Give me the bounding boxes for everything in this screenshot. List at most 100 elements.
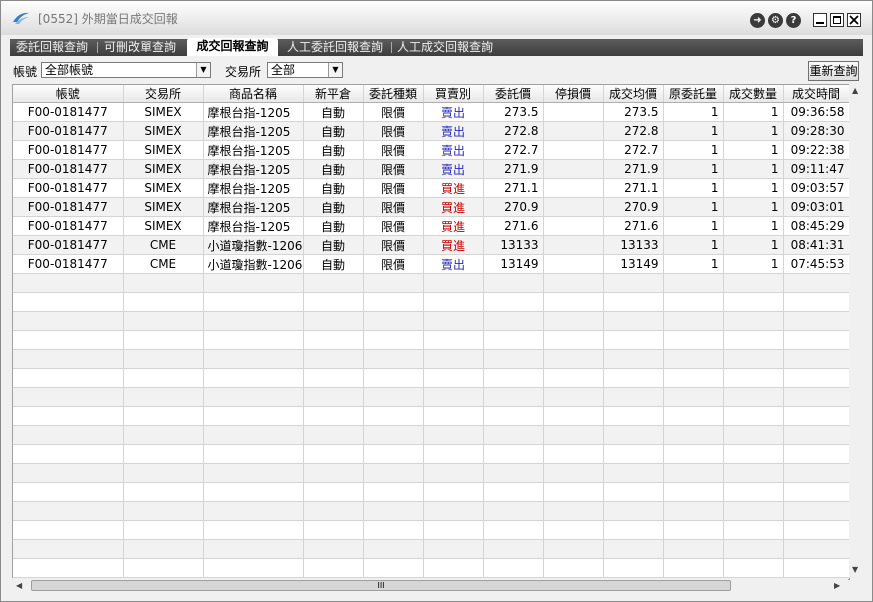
account-select[interactable]: 全部帳號 ▼ xyxy=(41,62,211,78)
tab-fill-report[interactable]: 成交回報查詢 xyxy=(187,38,278,56)
empty-table-row[interactable] xyxy=(13,406,849,426)
cell-fill-qty xyxy=(723,501,784,521)
table-row[interactable]: F00-0181477 SIMEX 摩根台指-1205 自動 限價 賣出 273.5 273.… xyxy=(13,102,849,122)
empty-table-row[interactable] xyxy=(13,311,849,331)
cell-fill-time xyxy=(783,273,849,293)
cell-stop-price xyxy=(543,558,604,578)
cell-account: F00-0181477 xyxy=(13,102,124,122)
cell-avg-fill-price xyxy=(603,558,664,578)
tab-separator xyxy=(391,42,392,53)
cell-order-price xyxy=(483,501,544,521)
header-orig-qty[interactable]: 原委託量 xyxy=(663,85,724,103)
cell-orig-qty xyxy=(663,444,724,464)
empty-table-row[interactable] xyxy=(13,349,849,369)
cell-stop-price xyxy=(543,159,604,179)
header-fill-time[interactable]: 成交時間 xyxy=(783,85,849,103)
cell-exchange xyxy=(123,425,204,445)
header-account[interactable]: 帳號 xyxy=(13,85,124,103)
tab-cancelable-orders[interactable]: 可刪改單查詢 xyxy=(104,39,176,56)
scroll-up-icon[interactable]: ▲ xyxy=(852,86,858,95)
empty-table-row[interactable] xyxy=(13,368,849,388)
settings-icon[interactable]: ⚙ xyxy=(768,13,783,28)
cell-fill-qty: 1 xyxy=(723,235,784,255)
tab-manual-fill-report[interactable]: 人工成交回報查詢 xyxy=(397,39,493,56)
cell-fill-qty xyxy=(723,292,784,312)
chevron-down-icon[interactable]: ▼ xyxy=(196,63,210,77)
empty-table-row[interactable] xyxy=(13,539,849,559)
empty-table-row[interactable] xyxy=(13,501,849,521)
empty-table-row[interactable] xyxy=(13,444,849,464)
cell-order-price xyxy=(483,406,544,426)
header-avg-fill-price[interactable]: 成交均價 xyxy=(603,85,664,103)
table-row[interactable]: F00-0181477 SIMEX 摩根台指-1205 自動 限價 買進 271.1 271.… xyxy=(13,178,849,198)
horizontal-scroll-thumb[interactable]: III xyxy=(31,580,731,591)
cell-side: 買進 xyxy=(423,197,484,217)
empty-table-row[interactable] xyxy=(13,482,849,502)
maximize-icon[interactable] xyxy=(830,13,844,27)
cell-order-price xyxy=(483,482,544,502)
table-row[interactable]: F00-0181477 SIMEX 摩根台指-1205 自動 限價 賣出 271.9 271.… xyxy=(13,159,849,179)
cell-open-close xyxy=(303,520,364,540)
cell-side xyxy=(423,425,484,445)
table-row[interactable]: F00-0181477 CME 小道瓊指數-1206 自動 限價 買進 13133 13133… xyxy=(13,235,849,255)
minimize-icon[interactable] xyxy=(813,13,827,27)
empty-table-row[interactable] xyxy=(13,273,849,293)
header-exchange[interactable]: 交易所 xyxy=(123,85,204,103)
cell-product: 摩根台指-1205 xyxy=(203,102,304,122)
cell-open-close: 自動 xyxy=(303,197,364,217)
tab-manual-order-report[interactable]: 人工委託回報查詢 xyxy=(287,39,383,56)
header-open-close[interactable]: 新平倉 xyxy=(303,85,364,103)
empty-table-row[interactable] xyxy=(13,292,849,312)
scroll-left-icon[interactable]: ◀ xyxy=(16,581,22,590)
requery-button[interactable]: 重新查詢 xyxy=(808,61,859,81)
table-row[interactable]: F00-0181477 SIMEX 摩根台指-1205 自動 限價 賣出 272.8 272.… xyxy=(13,121,849,141)
help-icon[interactable]: ? xyxy=(786,13,801,28)
cell-avg-fill-price xyxy=(603,463,664,483)
empty-table-row[interactable] xyxy=(13,463,849,483)
cell-avg-fill-price: 273.5 xyxy=(603,102,664,122)
header-side[interactable]: 買賣別 xyxy=(423,85,484,103)
table-row[interactable]: F00-0181477 SIMEX 摩根台指-1205 自動 限價 賣出 272.7 272.… xyxy=(13,140,849,160)
cell-order-price xyxy=(483,292,544,312)
chevron-down-icon[interactable]: ▼ xyxy=(328,63,342,77)
empty-table-row[interactable] xyxy=(13,425,849,445)
cell-avg-fill-price xyxy=(603,520,664,540)
table-row[interactable]: F00-0181477 CME 小道瓊指數-1206 自動 限價 賣出 13149 13149… xyxy=(13,254,849,274)
cell-order-type: 限價 xyxy=(363,197,424,217)
header-stop-price[interactable]: 停損價 xyxy=(543,85,604,103)
table-row[interactable]: F00-0181477 SIMEX 摩根台指-1205 自動 限價 買進 270.9 270.… xyxy=(13,197,849,217)
empty-table-row[interactable] xyxy=(13,330,849,350)
header-fill-qty[interactable]: 成交數量 xyxy=(723,85,784,103)
cell-product xyxy=(203,444,304,464)
cell-fill-time xyxy=(783,539,849,559)
cell-order-price xyxy=(483,368,544,388)
cell-avg-fill-price: 13149 xyxy=(603,254,664,274)
vertical-scrollbar[interactable]: ▲ ▼ xyxy=(849,84,862,578)
table-row[interactable]: F00-0181477 SIMEX 摩根台指-1205 自動 限價 買進 271.6 271.… xyxy=(13,216,849,236)
cell-order-type xyxy=(363,425,424,445)
cell-stop-price xyxy=(543,235,604,255)
cell-order-price xyxy=(483,444,544,464)
exit-icon[interactable]: ➜ xyxy=(750,13,765,28)
cell-fill-time: 07:45:53 xyxy=(783,254,849,274)
cell-account xyxy=(13,368,124,388)
tab-order-report[interactable]: 委託回報查詢 xyxy=(16,39,88,56)
cell-orig-qty: 1 xyxy=(663,140,724,160)
app-logo-icon xyxy=(13,12,29,24)
empty-table-row[interactable] xyxy=(13,520,849,540)
cell-order-price: 271.9 xyxy=(483,159,544,179)
cell-stop-price xyxy=(543,273,604,293)
cell-open-close: 自動 xyxy=(303,235,364,255)
empty-table-row[interactable] xyxy=(13,387,849,407)
cell-exchange xyxy=(123,463,204,483)
header-product[interactable]: 商品名稱 xyxy=(203,85,304,103)
empty-table-row[interactable] xyxy=(13,558,849,578)
close-icon[interactable] xyxy=(847,13,861,27)
header-order-type[interactable]: 委託種類 xyxy=(363,85,424,103)
scroll-down-icon[interactable]: ▼ xyxy=(852,565,858,574)
exchange-select[interactable]: 全部 ▼ xyxy=(267,62,343,78)
horizontal-scrollbar[interactable]: ◀ III ▶ xyxy=(12,578,848,594)
scroll-right-icon[interactable]: ▶ xyxy=(834,581,840,590)
header-order-price[interactable]: 委託價 xyxy=(483,85,544,103)
cell-product xyxy=(203,273,304,293)
